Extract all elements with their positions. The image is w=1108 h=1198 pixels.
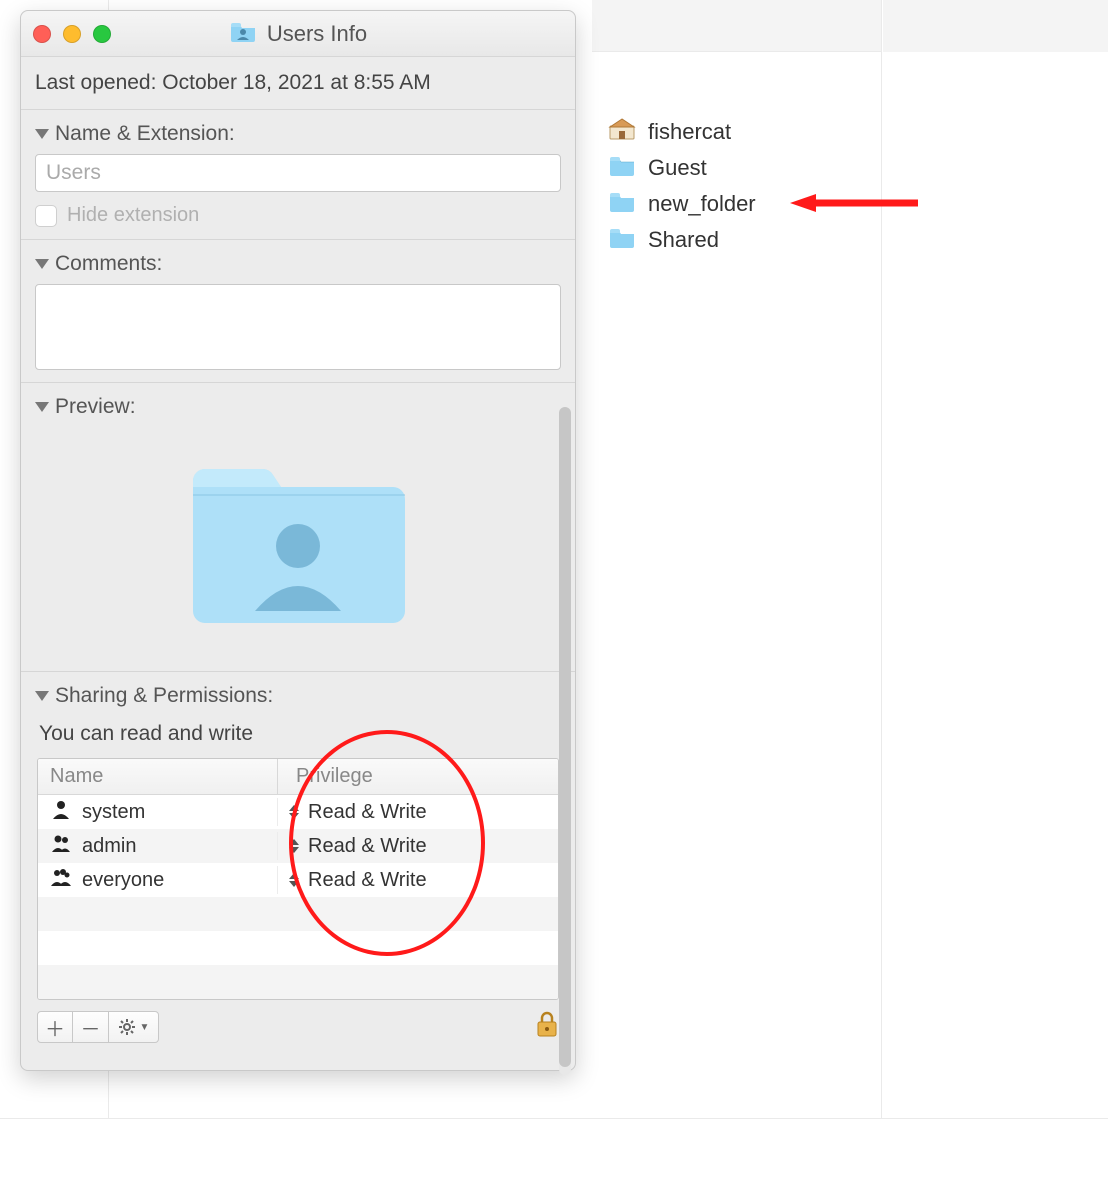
minimize-button[interactable] xyxy=(63,25,81,43)
finder-item-guest[interactable]: Guest xyxy=(604,150,869,186)
section-header-comments[interactable]: Comments: xyxy=(35,248,561,284)
table-row[interactable]: admin Read & Write xyxy=(38,829,558,863)
last-opened-row: Last opened: October 18, 2021 at 8:55 AM xyxy=(21,57,575,110)
permissions-header: Name Privilege xyxy=(38,759,558,795)
section-title: Preview: xyxy=(55,395,136,419)
permissions-table: Name Privilege system Read & Write xyxy=(37,758,559,1000)
table-row-empty xyxy=(38,965,558,999)
section-preview: Preview: xyxy=(21,383,575,672)
disclosure-triangle-icon xyxy=(35,129,49,139)
person-icon xyxy=(50,798,72,826)
stepper-icon[interactable] xyxy=(286,870,302,890)
section-header-name-extension[interactable]: Name & Extension: xyxy=(35,118,561,154)
close-button[interactable] xyxy=(33,25,51,43)
stepper-icon[interactable] xyxy=(286,836,302,856)
table-row-empty xyxy=(38,931,558,965)
users-folder-icon xyxy=(229,20,257,48)
column-header-privilege[interactable]: Privilege xyxy=(278,759,558,794)
permissions-body: system Read & Write xyxy=(38,795,558,999)
hide-extension-row: Hide extension xyxy=(35,204,561,227)
perm-privilege: Read & Write xyxy=(308,835,427,858)
finder-item-shared[interactable]: Shared xyxy=(604,222,869,258)
zoom-button[interactable] xyxy=(93,25,111,43)
disclosure-triangle-icon xyxy=(35,259,49,269)
add-user-button[interactable]: ＋ xyxy=(37,1011,73,1043)
perm-privilege: Read & Write xyxy=(308,869,427,892)
finder-item-label: Guest xyxy=(648,155,707,181)
sharing-note: You can read and write xyxy=(35,716,561,758)
perm-privilege: Read & Write xyxy=(308,801,427,824)
action-menu-button[interactable]: ▼ xyxy=(109,1011,159,1043)
finder-item-fishercat[interactable]: fishercat xyxy=(604,114,869,150)
section-sharing: Sharing & Permissions: You can read and … xyxy=(21,672,575,1070)
table-row[interactable]: system Read & Write xyxy=(38,795,558,829)
hide-extension-checkbox xyxy=(35,205,57,227)
finder-toolbar-remainder xyxy=(883,0,1108,52)
last-opened-label: Last opened: xyxy=(35,71,156,94)
lock-icon[interactable] xyxy=(535,1010,559,1044)
disclosure-triangle-icon xyxy=(35,402,49,412)
finder-column: fishercat Guest new_folder xyxy=(592,0,882,1118)
section-header-preview[interactable]: Preview: xyxy=(35,391,561,427)
table-row[interactable]: everyone Read & Write xyxy=(38,863,558,897)
hide-extension-label: Hide extension xyxy=(67,204,199,227)
section-title: Comments: xyxy=(55,252,162,276)
traffic-lights xyxy=(33,25,111,43)
users-folder-large-icon xyxy=(183,451,413,631)
remove-user-button[interactable]: － xyxy=(73,1011,109,1043)
titlebar[interactable]: Users Info xyxy=(21,11,575,57)
permissions-toolbar: ＋ － ▼ xyxy=(37,1010,559,1044)
home-icon xyxy=(608,118,636,146)
finder-item-label: fishercat xyxy=(648,119,731,145)
group-icon xyxy=(50,866,72,894)
folder-icon xyxy=(608,154,636,182)
chevron-down-icon: ▼ xyxy=(140,1022,150,1033)
table-row-empty xyxy=(38,897,558,931)
finder-item-label: new_folder xyxy=(648,191,756,217)
gear-icon xyxy=(118,1018,136,1036)
last-opened-value: October 18, 2021 at 8:55 AM xyxy=(162,71,431,94)
section-title: Name & Extension: xyxy=(55,122,235,146)
perm-name: everyone xyxy=(82,869,164,892)
section-comments: Comments: xyxy=(21,240,575,383)
comments-input[interactable] xyxy=(35,284,561,370)
perm-name: system xyxy=(82,801,145,824)
get-info-window: Users Info Last opened: October 18, 2021… xyxy=(20,10,576,1071)
scrollbar-thumb[interactable] xyxy=(559,407,571,1067)
finder-item-label: Shared xyxy=(648,227,719,253)
stepper-icon[interactable] xyxy=(286,802,302,822)
name-input[interactable] xyxy=(35,154,561,192)
annotation-arrow-icon xyxy=(790,192,920,214)
folder-icon xyxy=(608,226,636,254)
folder-icon xyxy=(608,190,636,218)
finder-toolbar-strip xyxy=(592,0,881,52)
scrollbar[interactable] xyxy=(559,407,571,1075)
section-name-extension: Name & Extension: Hide extension xyxy=(21,110,575,240)
column-header-name[interactable]: Name xyxy=(38,759,278,794)
section-header-sharing[interactable]: Sharing & Permissions: xyxy=(35,680,561,716)
group-icon xyxy=(50,832,72,860)
bottom-divider xyxy=(0,1118,1108,1119)
perm-name: admin xyxy=(82,835,136,858)
disclosure-triangle-icon xyxy=(35,691,49,701)
preview-area xyxy=(35,427,561,659)
section-title: Sharing & Permissions: xyxy=(55,684,273,708)
finder-list: fishercat Guest new_folder xyxy=(592,52,881,258)
